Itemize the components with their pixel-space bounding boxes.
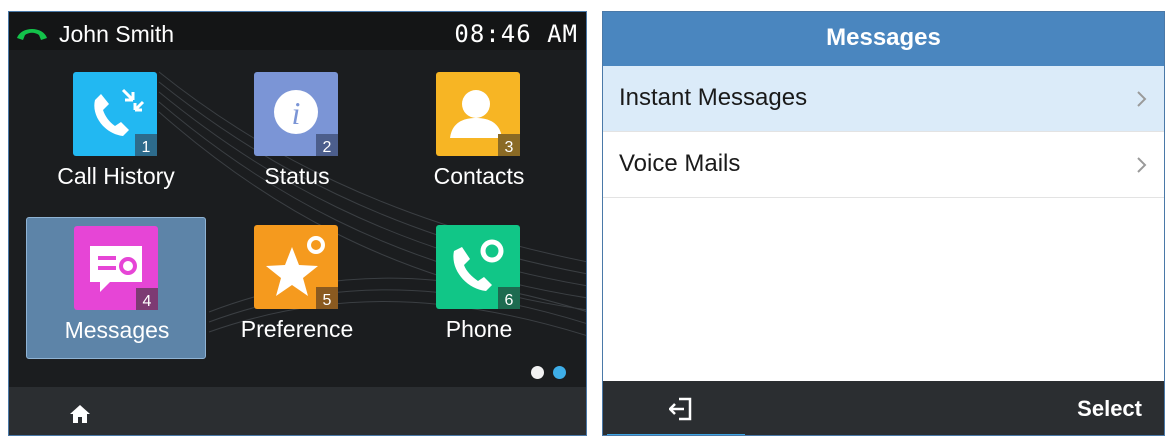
app-messages[interactable]: 4 Messages xyxy=(26,217,206,359)
home-icon[interactable] xyxy=(69,403,91,425)
back-softkey[interactable] xyxy=(607,381,745,435)
page-indicator[interactable] xyxy=(526,366,566,384)
menu-item-label: Instant Messages xyxy=(619,84,808,111)
app-label: Preference xyxy=(240,316,354,342)
menu-item-label: Voice Mails xyxy=(619,150,741,177)
app-contacts[interactable]: 3 Contacts xyxy=(389,64,569,206)
svg-text:4: 4 xyxy=(143,293,152,310)
svg-text:2: 2 xyxy=(323,139,332,156)
phone-gear-icon: 6 xyxy=(436,225,520,309)
page-title: Messages xyxy=(826,24,941,51)
app-label: Messages xyxy=(64,317,170,343)
page-dot-1[interactable] xyxy=(530,366,544,379)
info-icon: i 2 xyxy=(254,72,338,156)
app-preference[interactable]: 5 Preference xyxy=(207,217,387,359)
contact-person-icon: 3 xyxy=(436,72,520,156)
svg-text:6: 6 xyxy=(505,292,514,309)
clock: 08:46 AM xyxy=(454,20,578,48)
select-softkey[interactable]: Select xyxy=(1077,396,1142,422)
svg-text:5: 5 xyxy=(323,292,332,309)
star-gear-icon: 5 xyxy=(254,225,338,309)
softkey-bar: Select xyxy=(603,381,1164,435)
app-label: Call History xyxy=(57,163,175,189)
softkey-bar xyxy=(9,387,586,435)
chevron-right-icon xyxy=(1137,157,1147,173)
svg-text:3: 3 xyxy=(505,139,514,156)
app-label: Status xyxy=(264,163,330,189)
message-icon: 4 xyxy=(74,226,158,310)
title-bar: Messages xyxy=(603,12,1164,66)
call-history-icon: 1 xyxy=(73,72,157,156)
chevron-right-icon xyxy=(1137,91,1147,107)
app-status[interactable]: i 2 Status xyxy=(207,64,387,206)
app-call-history[interactable]: 1 Call History xyxy=(26,64,206,206)
handset-icon xyxy=(17,29,47,40)
page-dot-2[interactable] xyxy=(553,366,566,379)
menu-item-voice-mails[interactable]: Voice Mails xyxy=(603,132,1164,198)
account-name: John Smith xyxy=(59,21,175,47)
app-label: Phone xyxy=(445,316,513,342)
svg-text:1: 1 xyxy=(142,139,151,156)
app-phone[interactable]: 6 Phone xyxy=(389,217,569,359)
app-label: Contacts xyxy=(433,163,525,189)
status-bar: John Smith 08:46 AM xyxy=(9,12,586,50)
svg-text:i: i xyxy=(292,95,301,131)
home-screen: John Smith 08:46 AM 1 Call History i 2 S… xyxy=(8,11,587,436)
exit-icon xyxy=(669,397,692,421)
messages-screen: Messages Instant Messages Voice Mails Se… xyxy=(602,11,1165,436)
menu-item-instant-messages[interactable]: Instant Messages xyxy=(603,66,1164,132)
